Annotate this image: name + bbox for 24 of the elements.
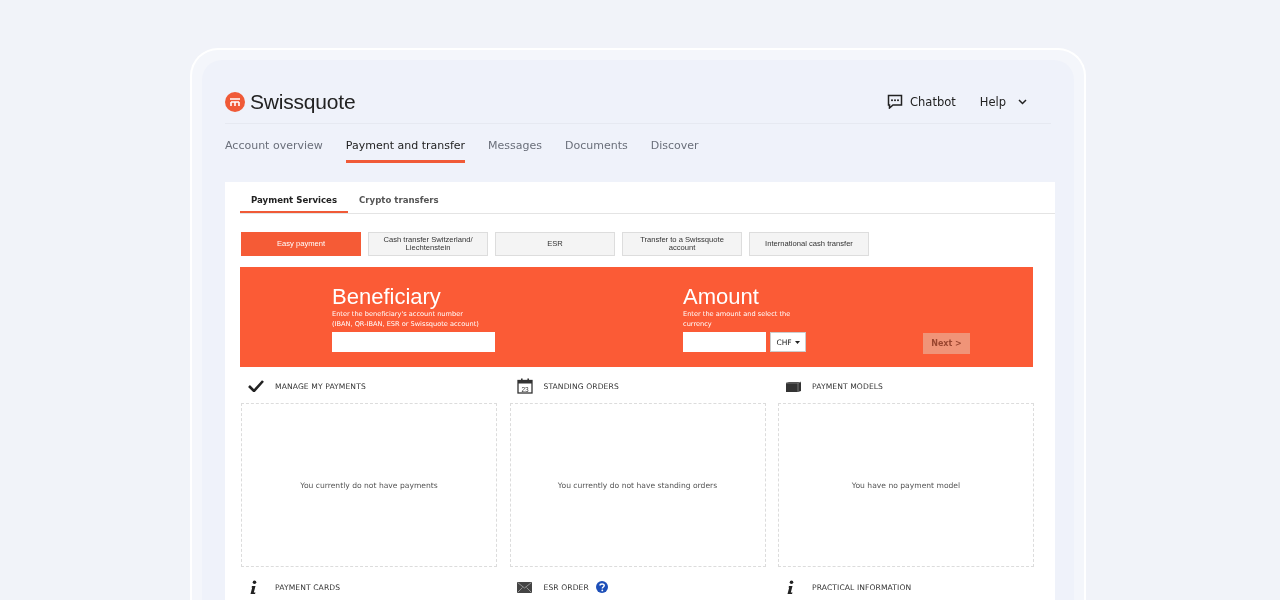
help-menu[interactable]: Help (979, 94, 1027, 109)
brand-name: Swissquote (250, 89, 356, 114)
envelope-icon (516, 581, 532, 593)
nav-tab[interactable]: Payment and transfer (345, 139, 466, 163)
tab[interactable]: Crypto transfers (348, 195, 450, 213)
amount-field[interactable] (683, 332, 766, 352)
account-number-field[interactable] (332, 332, 495, 352)
chevron-down-icon (1018, 98, 1027, 105)
tab[interactable]: Payment Services (240, 195, 349, 213)
chatbot-link[interactable]: Chatbot (887, 94, 956, 109)
help-icon[interactable] (595, 581, 608, 593)
info-icon (785, 579, 795, 595)
caret-icon (794, 340, 800, 344)
stack-icon (785, 379, 802, 393)
nav-tab[interactable]: Messages (488, 139, 543, 163)
check-icon (248, 380, 264, 392)
chat-bubble-icon (887, 94, 904, 109)
amount-heading: Amount (683, 286, 760, 308)
beneficiary-heading: Beneficiary (332, 286, 442, 308)
info-icon (248, 579, 258, 595)
nav-tab[interactable]: Account overview (225, 139, 323, 163)
logo-icon (225, 91, 245, 112)
nav-tab[interactable]: Documents (565, 139, 628, 163)
nav-tab[interactable]: Discover (650, 139, 699, 163)
